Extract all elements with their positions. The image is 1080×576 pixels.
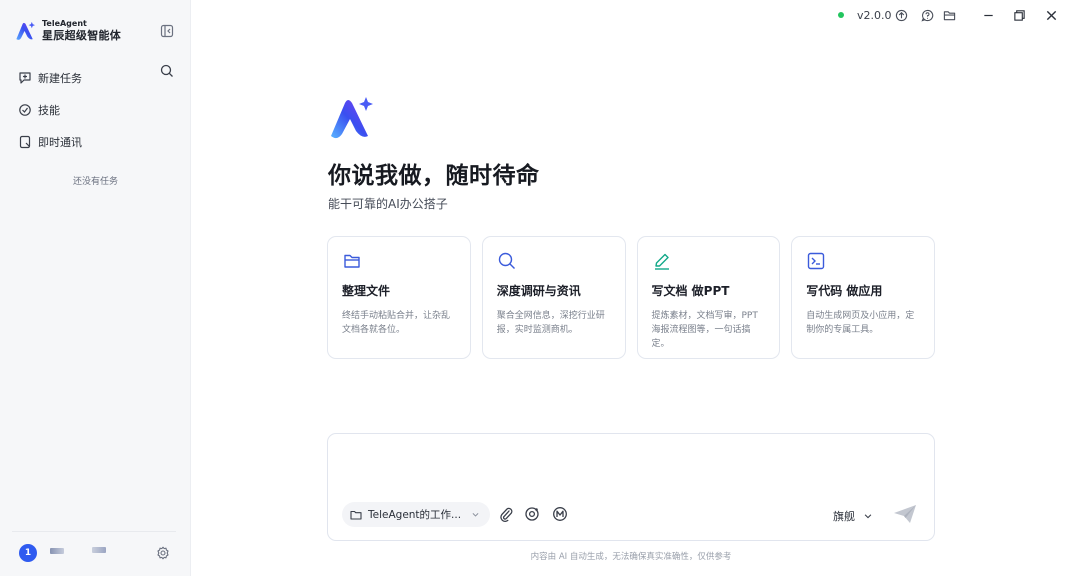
- minimize-icon[interactable]: [982, 9, 995, 22]
- hero-logo-icon: [331, 97, 373, 139]
- workspace-selector[interactable]: TeleAgent的工作...: [342, 502, 491, 527]
- redacted-user-name: [50, 548, 64, 554]
- brand[interactable]: TeleAgent 星辰超级智能体: [14, 20, 121, 41]
- card-description: 提炼素材，文档写审，PPT海报流程图等，一句话搞定。: [651, 311, 758, 349]
- collapse-sidebar-icon[interactable]: [160, 24, 174, 38]
- card-title: 写代码 做应用: [806, 284, 883, 298]
- sidebar-item-label: 即时通讯: [38, 136, 82, 149]
- restore-window-icon[interactable]: [1013, 9, 1026, 22]
- folder-icon: [344, 254, 360, 268]
- update-icon[interactable]: [895, 9, 908, 22]
- online-status-dot: [838, 12, 844, 18]
- help-icon[interactable]: [921, 9, 934, 22]
- avatar[interactable]: 1: [19, 544, 37, 562]
- workspace-label: TeleAgent的工作...: [368, 509, 462, 521]
- messaging-icon: [19, 135, 31, 149]
- card-write-docs[interactable]: 写文档 做PPT 提炼素材，文档写审，PPT海报流程图等，一句话搞定。: [636, 236, 781, 359]
- sidebar-nav: 新建任务 技能 即时通讯: [18, 62, 178, 158]
- pen-icon: [654, 253, 669, 270]
- app-logo-icon: [16, 21, 35, 40]
- model-label: 旗舰: [833, 510, 855, 523]
- card-description: 自动生成网页及小应用，定制你的专属工具。: [806, 311, 915, 335]
- new-task-icon: [19, 72, 31, 84]
- chevron-down-icon: [472, 513, 479, 517]
- folder-icon[interactable]: [943, 9, 956, 22]
- redacted-user-info: [92, 547, 106, 553]
- terminal-icon: [808, 252, 825, 270]
- sidebar-item-label: 技能: [38, 104, 60, 117]
- card-title: 写文档 做PPT: [651, 284, 730, 298]
- card-title: 深度调研与资讯: [496, 284, 581, 298]
- sidebar-item-new-task[interactable]: 新建任务: [18, 62, 178, 94]
- sidebar-footer: 1: [12, 531, 176, 562]
- page-subtitle: 能干可靠的AI办公搭子: [328, 197, 448, 211]
- brand-name-en: TeleAgent: [42, 19, 87, 28]
- skills-icon: [19, 104, 31, 116]
- card-description: 聚合全网信息，深挖行业研报，实时监测商机。: [496, 311, 605, 335]
- brand-name-cn: 星辰超级智能体: [42, 29, 122, 42]
- sidebar-item-skills[interactable]: 技能: [18, 94, 178, 126]
- message-composer[interactable]: TeleAgent的工作... 旗舰: [327, 433, 935, 541]
- attach-icon[interactable]: [498, 506, 514, 522]
- search-icon: [498, 252, 515, 269]
- sidebar: TeleAgent 星辰超级智能体 新建任务 技能 即时通讯 还没有任务 1: [0, 0, 191, 576]
- sidebar-item-label: 新建任务: [38, 72, 82, 85]
- version-label: v2.0.0: [857, 9, 892, 22]
- empty-tasks-text: 还没有任务: [72, 177, 118, 187]
- card-deep-research[interactable]: 深度调研与资讯 聚合全网信息，深挖行业研报，实时监测商机。: [481, 236, 626, 359]
- card-write-code[interactable]: 写代码 做应用 自动生成网页及小应用，定制你的专属工具。: [791, 236, 935, 359]
- close-icon[interactable]: [1045, 9, 1058, 22]
- mcp-tools-icon[interactable]: [552, 506, 568, 522]
- feature-cards: 整理文件 终结手动粘贴合并，让杂乱文档各就各位。 深度调研与资讯 聚合全网信息，…: [327, 236, 935, 359]
- card-title: 整理文件: [342, 284, 391, 298]
- model-selector[interactable]: 旗舰: [833, 508, 873, 524]
- folder-icon: [350, 510, 362, 520]
- ai-disclaimer: 内容由 AI 自动生成，无法确保真实准确性，仅供参考: [530, 552, 732, 562]
- send-icon[interactable]: [893, 504, 917, 524]
- gear-icon[interactable]: [156, 546, 170, 560]
- card-description: 终结手动粘贴合并，让杂乱文档各就各位。: [342, 311, 451, 335]
- card-organize-files[interactable]: 整理文件 终结手动粘贴合并，让杂乱文档各就各位。: [327, 236, 471, 359]
- chevron-down-icon: [864, 514, 872, 519]
- search-tasks-icon[interactable]: [160, 64, 174, 78]
- sidebar-item-messaging[interactable]: 即时通讯: [18, 126, 178, 158]
- skill-plugin-icon[interactable]: [524, 506, 540, 522]
- page-title: 你说我做，随时待命: [328, 163, 540, 189]
